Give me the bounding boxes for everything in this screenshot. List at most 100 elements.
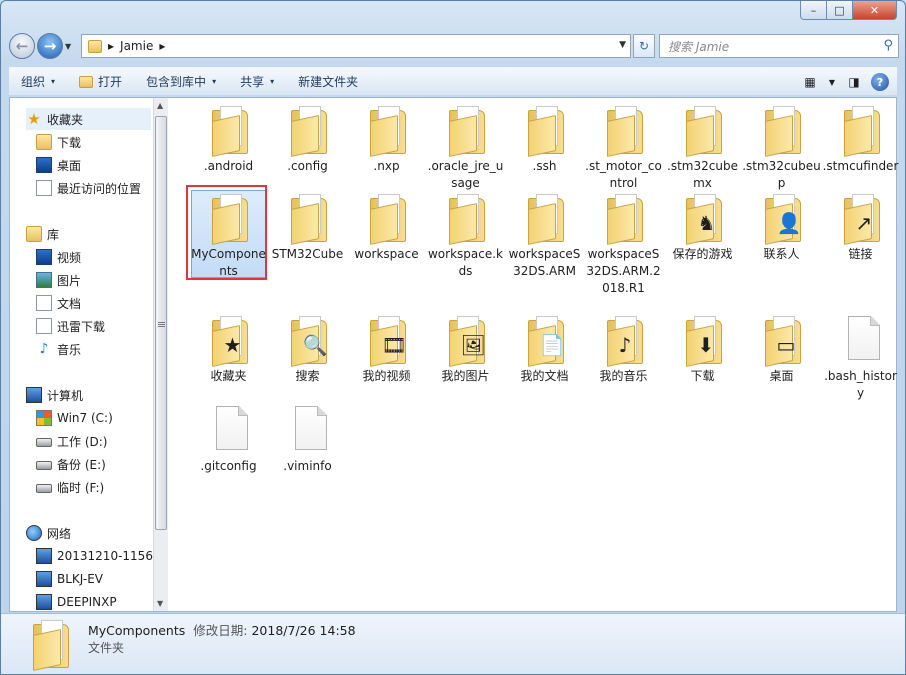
file-item[interactable]: ⬇ 下载 [663,314,742,385]
folder-icon [522,104,568,157]
file-item[interactable]: 🎞 我的视频 [347,314,426,385]
tree-scrollbar[interactable]: ▲ ▼ [153,98,168,611]
file-item[interactable]: .stm32cubemx [663,104,742,192]
file-item[interactable]: 🔍 搜索 [268,314,347,385]
file-item[interactable]: ↗ 链接 [821,192,900,263]
search-input[interactable]: 搜索 Jamie ⚲ [659,34,899,58]
folder-icon [443,192,489,245]
file-item[interactable]: 🖼 我的图片 [426,314,505,385]
file-item[interactable]: .viminfo [268,404,347,475]
file-item[interactable]: .bash_history [821,314,900,402]
file-item[interactable]: .gitconfig [189,404,268,475]
tree-computer[interactable]: 计算机 [26,384,83,406]
minimize-button[interactable]: – [800,1,827,20]
file-name: .stm32cubeup [742,159,821,190]
share-button[interactable]: 共享 ▾ [228,71,286,93]
tree-item-desktop[interactable]: 桌面 [36,154,81,176]
address-bar[interactable]: ▸ Jamie ▸ ▼ [81,34,631,58]
file-item[interactable]: workspace [347,192,426,263]
file-icon [285,404,331,456]
search-icon[interactable]: ⚲ [883,38,893,53]
file-item[interactable]: 👤 联系人 [742,192,821,263]
tree-favorites[interactable]: ★ 收藏夹 [26,108,151,130]
folder-icon [285,192,331,245]
view-options-dropdown-icon[interactable]: ▼ [827,71,837,93]
change-view-icon[interactable]: ▦ [799,71,821,93]
file-item[interactable]: workspace.kds [426,192,505,280]
file-item[interactable]: 📄 我的文档 [505,314,584,385]
file-name: .stm32cubemx [667,159,738,190]
tree-libraries[interactable]: 库 [26,223,59,245]
forward-button[interactable]: → [37,33,63,59]
special-folder-badge-icon: ♪ [618,333,632,357]
file-item[interactable]: .stm32cubeup [742,104,821,192]
tree-item-pictures[interactable]: 图片 [36,269,81,291]
include-in-library-button[interactable]: 包含到库中 ▾ [134,71,228,93]
tree-item-music[interactable]: ♪ 音乐 [36,338,81,360]
tree-item-drive-d[interactable]: 工作 (D:) [36,430,107,452]
tree-item-drive-c[interactable]: Win7 (C:) [36,407,113,429]
file-item[interactable]: ♪ 我的音乐 [584,314,663,385]
file-item[interactable]: STM32Cube [268,192,347,263]
file-item[interactable]: .ssh [505,104,584,175]
tree-item-videos[interactable]: 视频 [36,246,81,268]
file-name: 我的图片 [441,369,490,383]
special-folder-badge-icon: ★ [223,333,242,357]
file-item[interactable]: .oracle_jre_usage [426,104,505,192]
close-button[interactable]: ✕ [853,1,897,20]
windows-drive-icon [36,410,52,426]
tree-item-recent-places[interactable]: 最近访问的位置 [36,177,141,199]
file-item[interactable]: .android [189,104,268,175]
file-name: 收藏夹 [210,369,247,383]
folder-icon: ⬇ [680,314,726,367]
tree-item-xunlei-downloads[interactable]: 迅雷下载 [36,315,105,337]
tree-item-drive-e[interactable]: 备份 (E:) [36,453,106,475]
file-name: 我的音乐 [599,369,648,383]
folder-icon: 📄 [522,314,568,367]
file-item[interactable]: workspaceS32DS.ARM [505,192,584,280]
tree-item-network-pc-1[interactable]: 20131210-1156 [36,545,153,567]
tree-item-downloads[interactable]: 下载 [36,131,81,153]
folder-icon [206,192,252,245]
details-pane: MyComponents 修改日期: 2018/7/26 14:58 文件夹 [1,613,905,674]
file-item[interactable]: .config [268,104,347,175]
refresh-button[interactable]: ↻ [633,34,655,58]
breadcrumb-folder[interactable]: Jamie [120,39,153,53]
new-folder-button[interactable]: 新建文件夹 [286,71,370,93]
breadcrumb-separator[interactable]: ▸ [108,39,114,53]
special-folder-badge-icon: 🔍 [302,333,328,357]
tree-item-documents[interactable]: 文档 [36,292,81,314]
maximize-button[interactable]: □ [827,1,853,20]
back-button[interactable]: ← [9,33,35,59]
organize-button[interactable]: 组织 ▾ [9,71,67,93]
view-controls: ▦ ▼ ◨ ? [799,71,889,93]
file-item[interactable]: workspaceS32DS.ARM.2018.R1 [584,192,663,297]
folder-icon: 🔍 [285,314,331,367]
tree-item-network-pc-3[interactable]: DEEPINXP [36,591,117,611]
address-dropdown-icon[interactable]: ▼ [619,40,626,50]
tree-item-network-pc-2[interactable]: BLKJ-EV [36,568,103,590]
open-button[interactable]: 打开 [67,71,134,93]
file-name: 下载 [690,369,715,383]
file-name: .bash_history [824,369,897,400]
file-name: 我的文档 [520,369,569,383]
folder-icon: 🎞 [364,314,410,367]
preview-pane-icon[interactable]: ◨ [843,71,865,93]
file-name: .ssh [532,159,557,173]
file-item[interactable]: .nxp [347,104,426,175]
recent-pages-dropdown[interactable]: ▼ [65,42,77,51]
file-item[interactable]: ★ 收藏夹 [189,314,268,385]
file-item-selected[interactable]: MyComponents [186,185,268,280]
file-item[interactable]: .st_motor_control [584,104,663,192]
tree-network[interactable]: 网络 [26,522,71,544]
file-item[interactable]: ▭ 桌面 [742,314,821,385]
document-icon [36,295,52,311]
file-item[interactable]: ♞ 保存的游戏 [663,192,742,263]
tree-item-drive-f[interactable]: 临时 (F:) [36,476,104,498]
tree-scroll-thumb[interactable] [155,116,167,530]
file-item[interactable]: .stmcufinder [821,104,900,175]
help-icon[interactable]: ? [871,73,889,91]
scroll-down-icon[interactable]: ▼ [157,599,163,608]
breadcrumb-separator-end[interactable]: ▸ [159,39,165,53]
scroll-up-icon[interactable]: ▲ [157,101,163,110]
